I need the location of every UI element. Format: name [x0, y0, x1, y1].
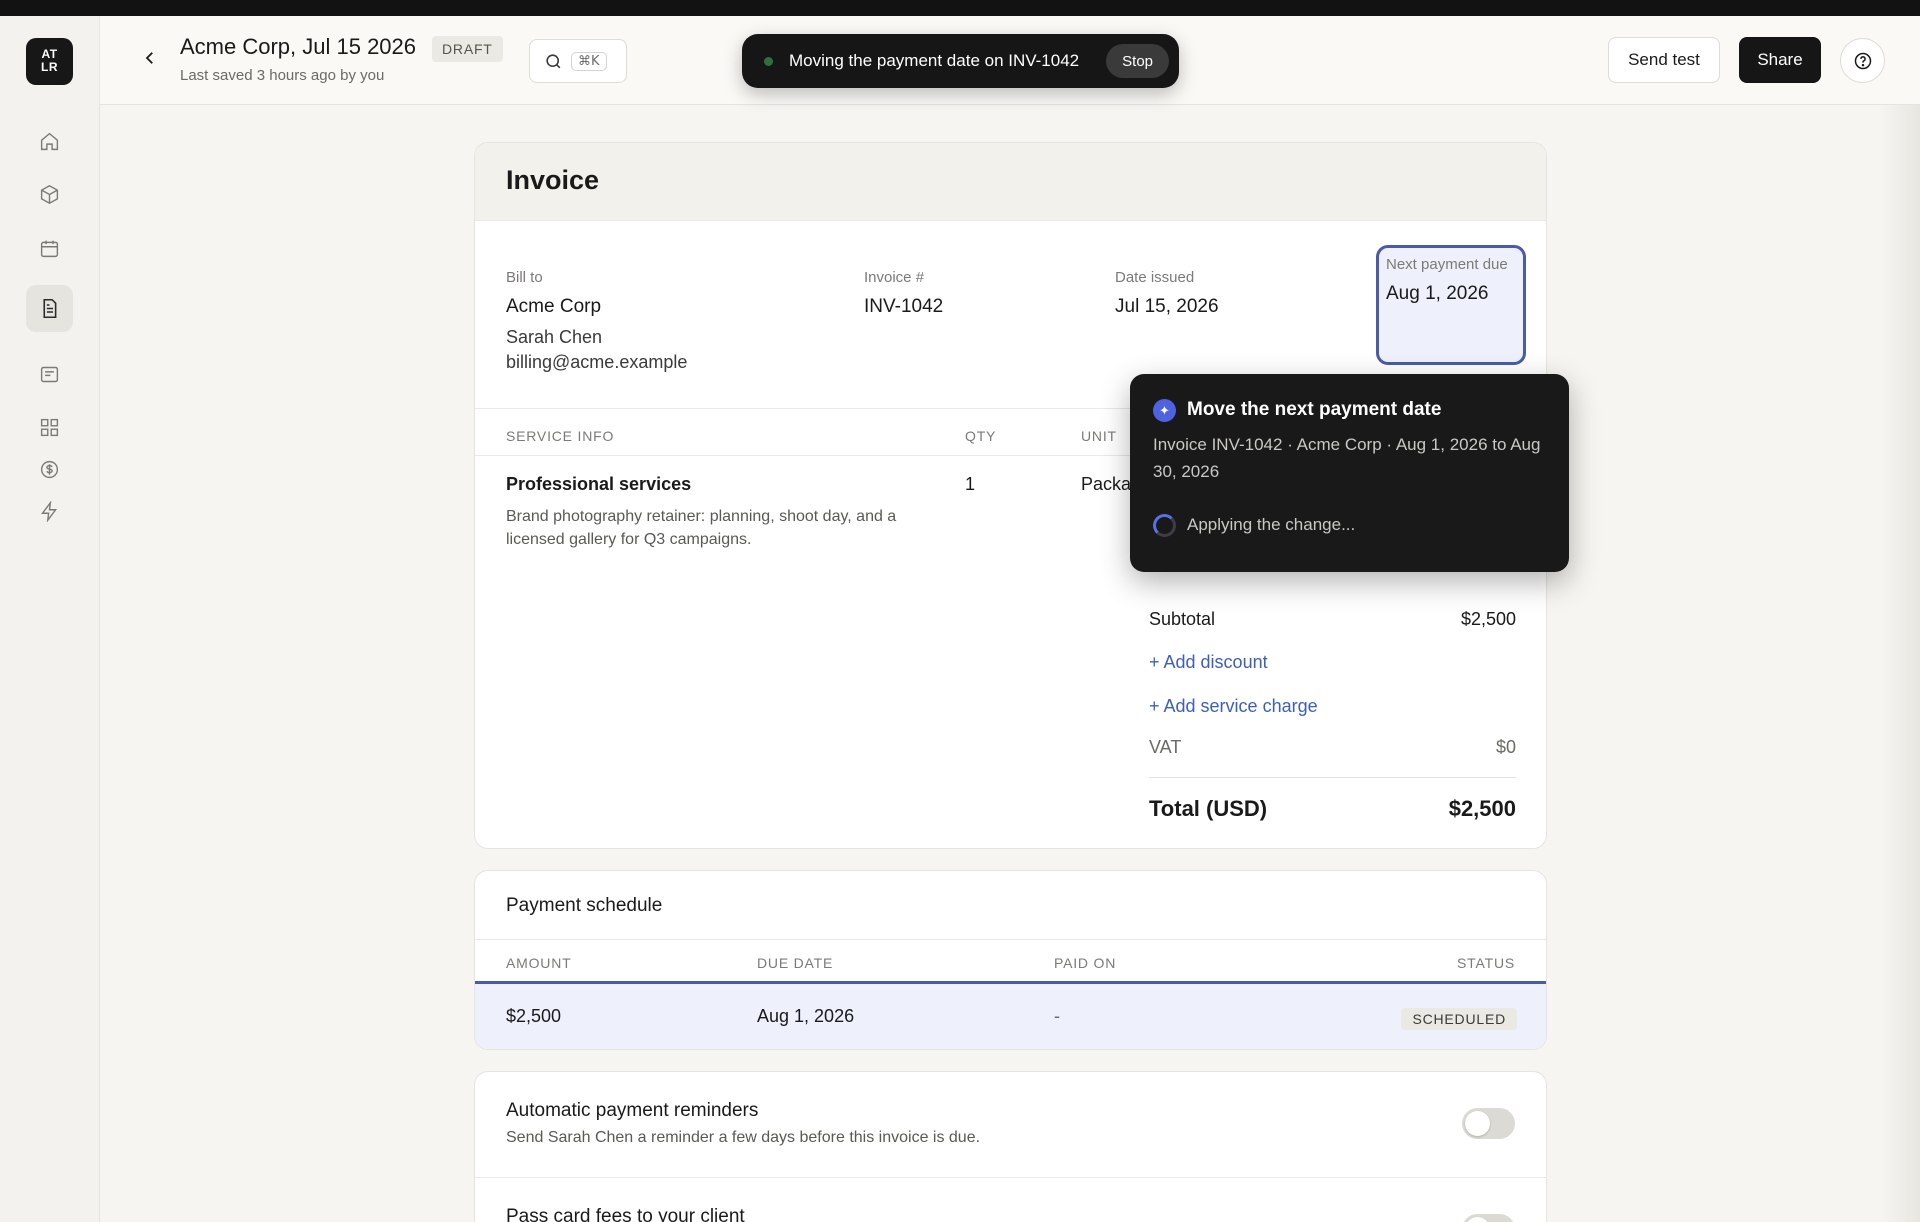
- vat-row: VAT $0: [1149, 737, 1516, 758]
- reminders-description: Send Sarah Chen a reminder a few days be…: [506, 1129, 981, 1146]
- workspace-logo[interactable]: AT LR: [26, 38, 73, 85]
- home-icon: [40, 132, 59, 151]
- sidebar-item-payments[interactable]: [26, 446, 73, 493]
- calendar-icon: [40, 240, 59, 258]
- sidebar-item-calendar[interactable]: [26, 225, 73, 272]
- help-icon: [1854, 52, 1871, 69]
- sidebar-item-invoices[interactable]: [26, 285, 73, 332]
- send-test-button[interactable]: Send test: [1608, 37, 1720, 83]
- table-row[interactable]: $2,500 Aug 1, 2026 - SCHEDULED: [475, 981, 1546, 1049]
- bill-to-label: Bill to: [506, 269, 543, 286]
- total-value: $2,500: [1448, 796, 1516, 821]
- invoice-number-label: Invoice #: [864, 269, 925, 286]
- chevron-left-icon: [145, 52, 153, 64]
- document-icon: [43, 298, 57, 319]
- date-issued[interactable]: Jul 15, 2026: [1115, 296, 1219, 318]
- card-fees-title: Pass card fees to your client: [506, 1206, 745, 1222]
- top-system-bar: [0, 0, 1920, 16]
- total-divider: [1149, 777, 1516, 778]
- row-amount: $2,500: [506, 1006, 562, 1026]
- page-title: Acme Corp, Jul 15 2026: [180, 34, 417, 59]
- reminders-toggle[interactable]: [1462, 1108, 1515, 1139]
- page-header: Acme Corp, Jul 15 2026 DRAFT Last saved …: [100, 16, 1920, 105]
- col-amount: AMOUNT: [506, 955, 572, 971]
- sidebar-item-packages[interactable]: [26, 171, 73, 218]
- search-shortcut: ⌘K: [571, 51, 607, 71]
- draft-badge: DRAFT: [432, 36, 503, 62]
- help-button[interactable]: [1840, 38, 1885, 83]
- bill-to-contact[interactable]: Sarah Chen: [506, 327, 602, 348]
- lightning-icon: [41, 501, 58, 522]
- next-due-label: Next payment due: [1386, 256, 1508, 273]
- row-paid-on: -: [1054, 1006, 1060, 1026]
- tooltip-title: Move the next payment date: [1187, 399, 1442, 420]
- reminders-title: Automatic payment reminders: [506, 1100, 759, 1121]
- dollar-icon: [40, 460, 59, 479]
- share-button[interactable]: Share: [1739, 37, 1821, 83]
- agent-status-text: Moving the payment date on INV-1042: [789, 51, 1080, 70]
- tooltip-status: Applying the change...: [1187, 515, 1356, 534]
- add-discount-link[interactable]: + Add discount: [1149, 652, 1268, 673]
- sidebar-item-home[interactable]: [26, 118, 73, 165]
- sidebar-item-apps[interactable]: [26, 404, 73, 451]
- payment-schedule-card: Payment schedule AMOUNT DUE DATE PAID ON…: [474, 870, 1547, 1050]
- card-fees-toggle[interactable]: [1462, 1214, 1515, 1222]
- status-badge: SCHEDULED: [1401, 1008, 1517, 1030]
- bill-to-email[interactable]: billing@acme.example: [506, 352, 687, 373]
- line-item-unit[interactable]: Packa: [1081, 474, 1131, 495]
- next-payment-due-field[interactable]: Next payment due Aug 1, 2026: [1376, 245, 1526, 365]
- line-item-title[interactable]: Professional services: [506, 474, 691, 495]
- back-button[interactable]: [138, 46, 162, 70]
- line-item-description[interactable]: Brand photography retainer: planning, sh…: [506, 505, 946, 551]
- last-saved-text: Last saved 3 hours ago by you: [180, 67, 385, 84]
- bill-to-company[interactable]: Acme Corp: [506, 296, 601, 318]
- invoice-number[interactable]: INV-1042: [864, 296, 943, 318]
- grid-icon: [40, 418, 59, 437]
- next-due-value: Aug 1, 2026: [1386, 283, 1489, 304]
- tooltip-body: Invoice INV-1042 · Acme Corp · Aug 1, 20…: [1153, 435, 1541, 481]
- box-icon: [40, 184, 59, 205]
- subtotal-label: Subtotal: [1149, 609, 1216, 629]
- col-due-date: DUE DATE: [757, 955, 834, 971]
- total-row: Total (USD) $2,500: [1149, 796, 1516, 822]
- search-button[interactable]: ⌘K: [529, 39, 627, 83]
- sidebar: AT LR: [0, 16, 100, 1222]
- add-service-charge-link[interactable]: + Add service charge: [1149, 696, 1318, 717]
- invoice-heading: Invoice: [475, 143, 1546, 221]
- subtotal-row: Subtotal $2,500: [1149, 609, 1516, 630]
- form-icon: [40, 366, 59, 383]
- line-item-qty[interactable]: 1: [965, 474, 975, 495]
- col-qty: QTY: [965, 428, 997, 444]
- sidebar-item-forms[interactable]: [26, 351, 73, 398]
- stop-button[interactable]: Stop: [1106, 44, 1169, 78]
- agent-status-pill: Moving the payment date on INV-1042 Stop: [742, 34, 1179, 88]
- settings-card: Automatic payment reminders Send Sarah C…: [474, 1071, 1547, 1222]
- schedule-title: Payment schedule: [506, 895, 663, 916]
- app-window: AT LR Acme Corp, Jul 15 2026 DRAFT Last …: [0, 16, 1920, 1222]
- right-edge-shade: [1880, 105, 1920, 1222]
- col-unit: UNIT: [1081, 428, 1117, 444]
- col-service-info: SERVICE INFO: [506, 428, 615, 444]
- col-paid-on: PAID ON: [1054, 955, 1117, 971]
- row-due-date: Aug 1, 2026: [757, 1006, 855, 1026]
- search-icon: [546, 53, 561, 68]
- vat-value: $0: [1495, 737, 1516, 757]
- vat-label: VAT: [1149, 737, 1182, 757]
- date-issued-label: Date issued: [1115, 269, 1195, 286]
- sparkle-icon: ✦: [1153, 399, 1176, 422]
- total-label: Total (USD): [1149, 796, 1268, 821]
- agent-action-tooltip: ✦ Move the next payment date Invoice INV…: [1130, 374, 1569, 572]
- section-divider: [475, 939, 1546, 940]
- col-status: STATUS: [1457, 955, 1515, 971]
- spinner-icon: [1153, 514, 1176, 537]
- agent-status-dot: [764, 56, 773, 66]
- section-divider: [475, 1177, 1546, 1178]
- subtotal-value: $2,500: [1460, 609, 1516, 629]
- sidebar-item-automations[interactable]: [26, 488, 73, 535]
